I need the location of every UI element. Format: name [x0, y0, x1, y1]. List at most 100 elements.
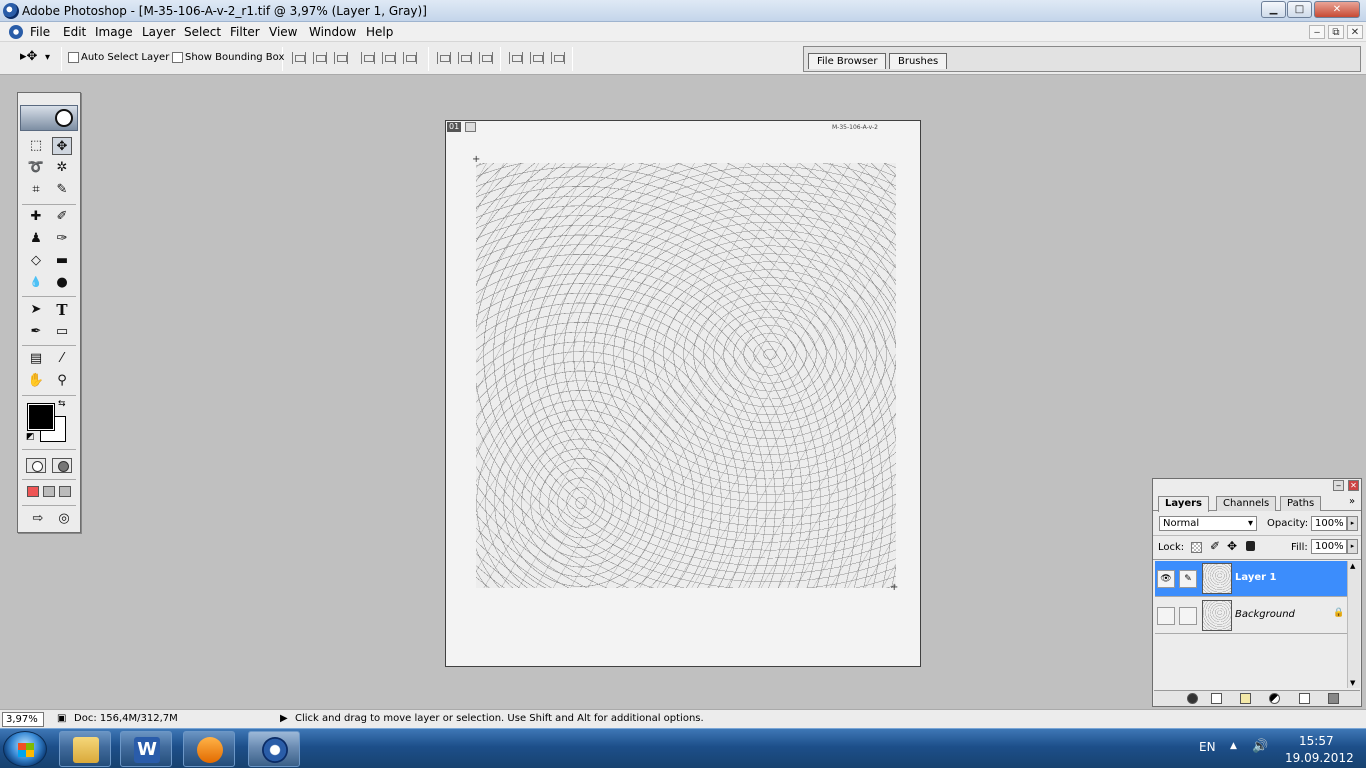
new-layer-icon[interactable]	[1299, 693, 1310, 704]
clone-stamp-tool-icon[interactable]: ♟	[26, 230, 46, 248]
taskbar-photoshop-button[interactable]	[248, 731, 300, 767]
clock-time[interactable]: 15:57	[1299, 734, 1334, 748]
default-colors-icon[interactable]: ◩	[26, 432, 35, 442]
layer-mask-icon[interactable]	[1211, 693, 1222, 704]
brush-tool-icon[interactable]: ✐	[52, 208, 72, 226]
crop-tool-icon[interactable]: ⌗	[26, 181, 46, 199]
align-left-icon[interactable]	[361, 52, 375, 64]
toolbox-header[interactable]	[20, 105, 78, 131]
menu-help[interactable]: Help	[366, 25, 393, 39]
gradient-tool-icon[interactable]: ▬	[52, 252, 72, 270]
volume-icon[interactable]: 🔊	[1252, 739, 1268, 754]
file-browser-tab[interactable]: File Browser	[808, 53, 887, 69]
scroll-down-icon[interactable]: ▼	[1350, 679, 1355, 687]
swap-colors-icon[interactable]: ⇆	[58, 399, 66, 409]
tab-channels[interactable]: Channels	[1216, 496, 1277, 511]
history-brush-tool-icon[interactable]: ✑	[52, 230, 72, 248]
close-button[interactable]: ✕	[1314, 1, 1360, 18]
menu-edit[interactable]: Edit	[63, 25, 86, 39]
document-icon[interactable]	[9, 25, 23, 39]
tool-preset-icon[interactable]: ▸✥	[20, 49, 37, 64]
align-hcenter-icon[interactable]	[382, 52, 396, 64]
taskbar-word-button[interactable]: W	[120, 731, 172, 767]
distribute-hcenter-icon[interactable]	[530, 52, 544, 64]
jump-to-imageready-icon[interactable]: ⇨	[26, 510, 50, 528]
distribute-vcenter-icon[interactable]	[458, 52, 472, 64]
tab-layers[interactable]: Layers	[1158, 496, 1209, 512]
taskbar-explorer-button[interactable]	[59, 731, 111, 767]
pen-tool-icon[interactable]: ✒	[26, 323, 46, 341]
zoom-tool-icon[interactable]: ⚲	[52, 372, 72, 390]
align-bottom-icon[interactable]	[334, 52, 348, 64]
menu-window[interactable]: Window	[309, 25, 356, 39]
hand-tool-icon[interactable]: ✋	[26, 372, 46, 390]
lock-position-icon[interactable]: ✥	[1227, 539, 1237, 553]
eyedropper-tool-icon[interactable]: ⁄	[52, 350, 72, 368]
taskbar-media-player-button[interactable]	[183, 731, 235, 767]
status-menu-arrow-icon[interactable]: ▶	[280, 713, 288, 724]
zoom-level-input[interactable]: 3,97%	[2, 712, 44, 727]
layer-style-icon[interactable]	[1187, 693, 1198, 704]
distribute-top-icon[interactable]	[437, 52, 451, 64]
full-screen-menu-mode-icon[interactable]	[43, 486, 55, 497]
show-hidden-icons-icon[interactable]: ▲	[1230, 741, 1237, 751]
menu-image[interactable]: Image	[95, 25, 133, 39]
align-top-icon[interactable]	[292, 52, 306, 64]
tab-paths[interactable]: Paths	[1280, 496, 1322, 511]
opacity-input[interactable]: 100%	[1311, 516, 1347, 531]
blend-mode-select[interactable]: Normal ▾	[1159, 516, 1257, 531]
document-window[interactable]: 01 M-35-106-A-v-2 + +	[445, 120, 921, 667]
menu-filter[interactable]: Filter	[230, 25, 260, 39]
menu-layer[interactable]: Layer	[142, 25, 175, 39]
minimize-button[interactable]: ▁	[1261, 1, 1286, 18]
align-vcenter-icon[interactable]	[313, 52, 327, 64]
visibility-toggle[interactable]	[1157, 607, 1175, 625]
panel-menu-icon[interactable]: »	[1349, 496, 1355, 507]
move-tool-icon[interactable]: ✥	[52, 137, 72, 155]
lasso-tool-icon[interactable]: ➰	[26, 159, 46, 177]
type-tool-icon[interactable]: T	[52, 301, 72, 319]
doc-close-button[interactable]: ✕	[1347, 25, 1363, 39]
adjustment-layer-icon[interactable]	[1269, 693, 1280, 704]
lock-image-icon[interactable]: ✐	[1210, 539, 1220, 553]
menu-view[interactable]: View	[269, 25, 297, 39]
foreground-color-swatch[interactable]	[27, 403, 55, 431]
lock-all-icon[interactable]	[1246, 541, 1255, 551]
notes-tool-icon[interactable]: ▤	[26, 350, 46, 368]
magic-wand-tool-icon[interactable]: ✲	[52, 159, 72, 177]
scroll-up-icon[interactable]: ▲	[1350, 562, 1355, 570]
layer-row-background[interactable]: Background 🔒	[1155, 598, 1347, 634]
fill-input[interactable]: 100%	[1311, 539, 1347, 554]
imageready-icon[interactable]: ◎	[54, 510, 74, 528]
document-info-icon[interactable]: ▣	[57, 713, 66, 724]
layers-scrollbar[interactable]: ▲ ▼	[1347, 561, 1360, 688]
path-selection-tool-icon[interactable]: ➤	[26, 301, 46, 319]
lock-transparency-icon[interactable]	[1191, 542, 1202, 553]
panel-minimize-button[interactable]: ‒	[1333, 480, 1344, 491]
distribute-bottom-icon[interactable]	[479, 52, 493, 64]
link-toggle[interactable]	[1179, 607, 1197, 625]
clock-date[interactable]: 19.09.2012	[1285, 751, 1354, 765]
slice-tool-icon[interactable]: ✎	[52, 181, 72, 199]
menu-file[interactable]: File	[30, 25, 50, 39]
new-group-icon[interactable]	[1240, 693, 1251, 704]
tool-preset-dropdown[interactable]: ▾	[45, 52, 50, 63]
eraser-tool-icon[interactable]: ◇	[26, 252, 46, 270]
shape-tool-icon[interactable]: ▭	[52, 323, 72, 341]
eye-icon[interactable]: 👁	[1157, 570, 1175, 588]
auto-select-layer-checkbox[interactable]	[68, 52, 79, 63]
panel-close-button[interactable]: ✕	[1348, 480, 1359, 491]
fill-slider-button[interactable]: ▸	[1347, 539, 1358, 554]
brush-link-icon[interactable]: ✎	[1179, 570, 1197, 588]
doc-restore-button[interactable]: ⧉	[1328, 25, 1344, 39]
doc-minimize-button[interactable]: ‒	[1309, 25, 1325, 39]
blur-tool-icon[interactable]: 💧	[26, 274, 46, 292]
trash-icon[interactable]	[1328, 693, 1339, 704]
distribute-left-icon[interactable]	[509, 52, 523, 64]
brushes-tab[interactable]: Brushes	[889, 53, 948, 69]
opacity-slider-button[interactable]: ▸	[1347, 516, 1358, 531]
full-screen-mode-icon[interactable]	[59, 486, 71, 497]
marquee-tool-icon[interactable]: ⬚	[26, 137, 46, 155]
quick-mask-mode-icon[interactable]	[52, 458, 72, 473]
start-button[interactable]	[3, 731, 47, 767]
